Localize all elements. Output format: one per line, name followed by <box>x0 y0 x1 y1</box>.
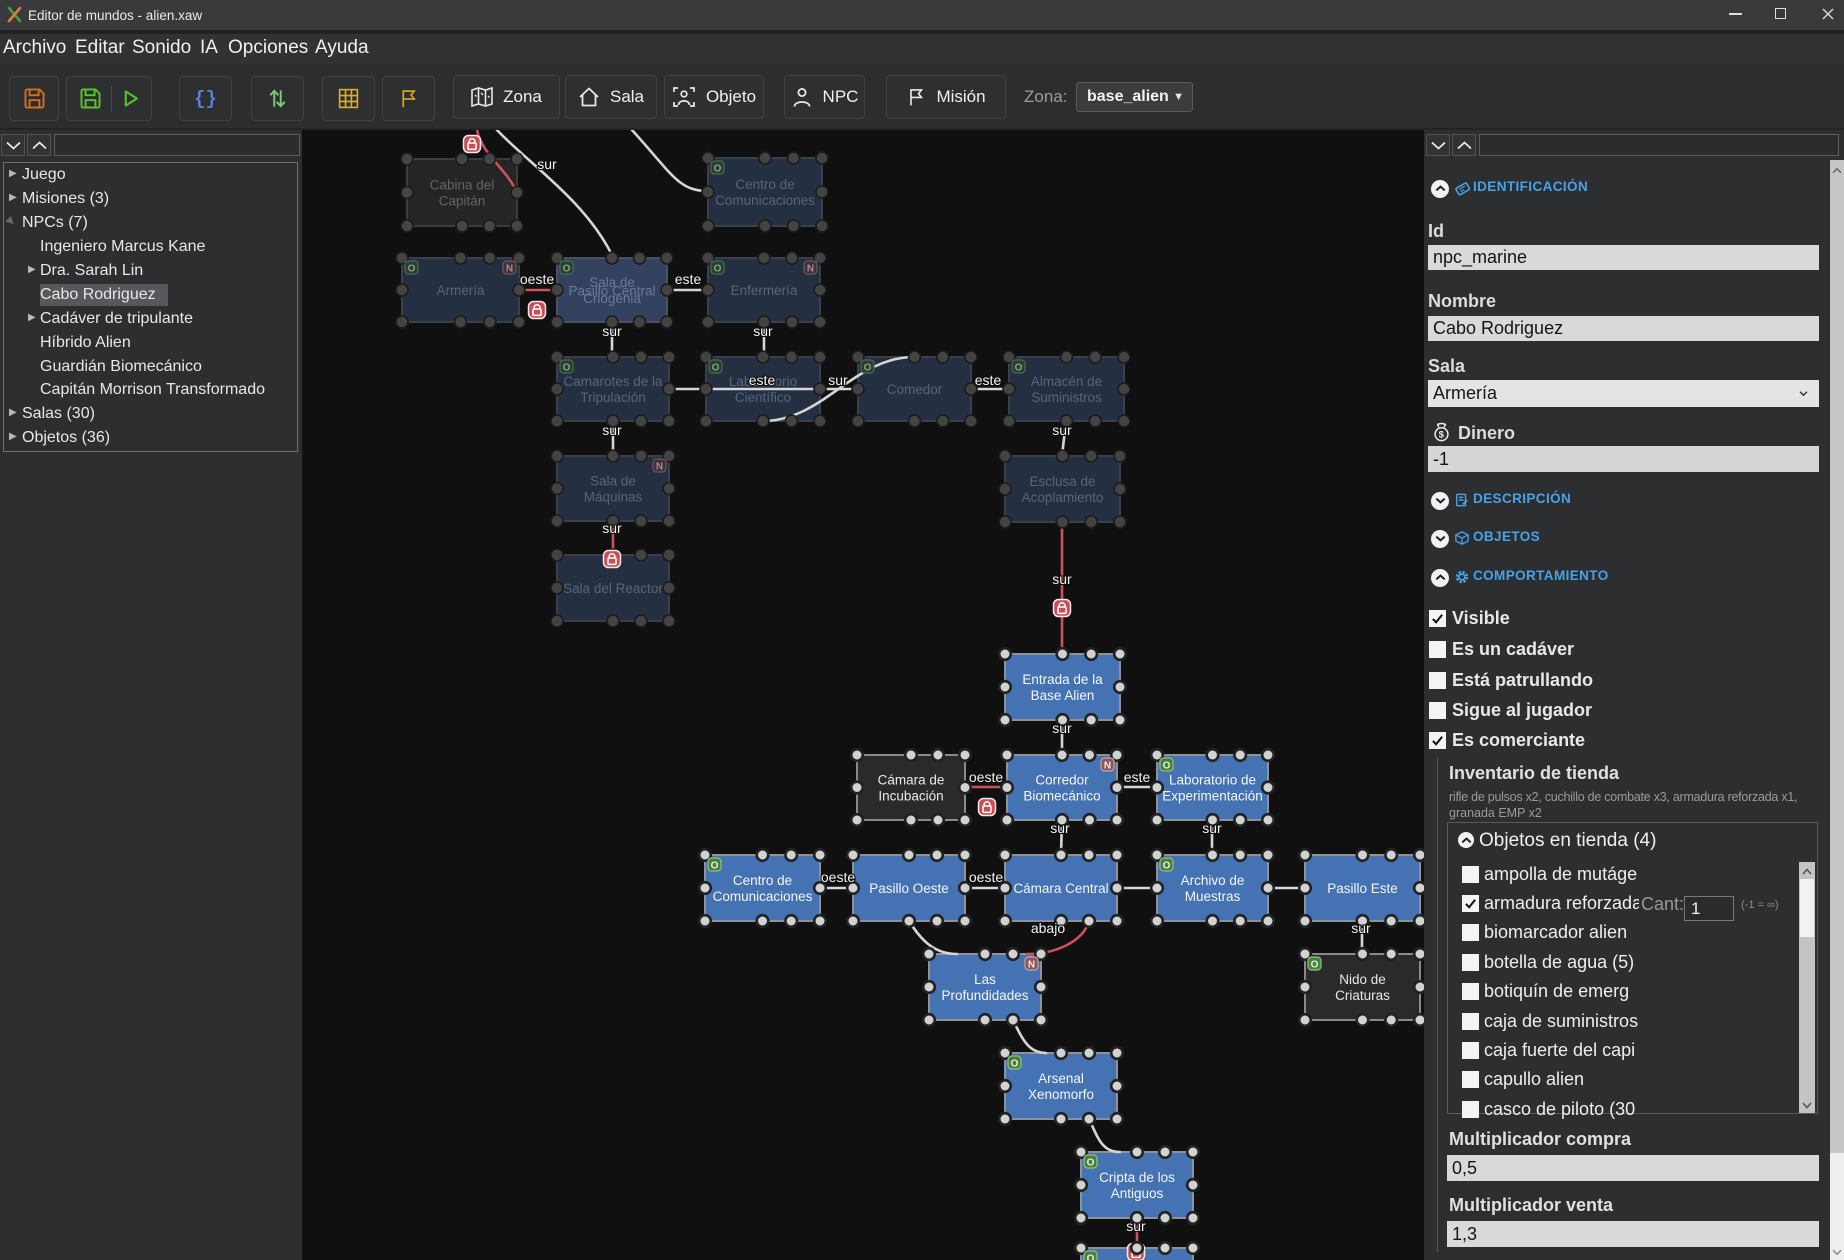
svg-text:sur: sur <box>602 323 622 339</box>
svg-text:Antiguos: Antiguos <box>1111 1186 1164 1201</box>
svg-text:Biomecánico: Biomecánico <box>1023 789 1100 804</box>
svg-text:este: este <box>1124 769 1151 785</box>
svg-text:Esclusa de: Esclusa de <box>1029 474 1095 489</box>
svg-text:O: O <box>1087 1254 1095 1260</box>
svg-text:Base Alien: Base Alien <box>1031 688 1095 703</box>
svg-text:N: N <box>1104 761 1111 772</box>
svg-text:sur: sur <box>1202 820 1222 836</box>
svg-text:N: N <box>506 264 513 275</box>
svg-text:O: O <box>1163 861 1171 872</box>
svg-text:N: N <box>656 462 663 473</box>
svg-text:Comunicaciones: Comunicaciones <box>715 193 815 208</box>
svg-text:Criaturas: Criaturas <box>1335 988 1390 1003</box>
svg-text:sur: sur <box>1126 1218 1146 1234</box>
svg-text:O: O <box>864 363 872 374</box>
svg-text:Pasillo Central: Pasillo Central <box>568 284 655 299</box>
svg-text:O: O <box>408 264 416 275</box>
svg-text:N: N <box>1028 960 1035 971</box>
svg-text:Corredor: Corredor <box>1035 773 1089 788</box>
svg-text:Suministros: Suministros <box>1031 390 1102 405</box>
svg-text:oeste: oeste <box>520 271 554 287</box>
svg-text:Experimentación: Experimentación <box>1162 789 1263 804</box>
svg-text:Arsenal: Arsenal <box>1038 1071 1084 1086</box>
svg-text:Centro de: Centro de <box>735 177 794 192</box>
svg-text:oeste: oeste <box>969 769 1003 785</box>
svg-text:Cabina del: Cabina del <box>430 178 495 193</box>
svg-text:oeste: oeste <box>969 869 1003 885</box>
svg-text:sur: sur <box>1052 720 1072 736</box>
svg-text:Centro de: Centro de <box>733 873 792 888</box>
svg-text:O: O <box>563 264 571 275</box>
svg-text:sur: sur <box>602 520 622 536</box>
svg-text:Pasillo Este: Pasillo Este <box>1327 881 1398 896</box>
svg-text:Xenomorfo: Xenomorfo <box>1028 1087 1094 1102</box>
svg-text:sur: sur <box>828 372 848 388</box>
svg-text:O: O <box>1087 1158 1095 1169</box>
svg-text:O: O <box>712 363 720 374</box>
svg-text:Cripta de los: Cripta de los <box>1099 1170 1175 1185</box>
svg-text:Almacén de: Almacén de <box>1031 374 1102 389</box>
svg-text:O: O <box>1015 363 1023 374</box>
svg-text:Incubación: Incubación <box>878 789 943 804</box>
svg-text:Armería: Armería <box>436 283 485 298</box>
svg-text:sur: sur <box>602 422 622 438</box>
svg-text:O: O <box>1311 960 1319 971</box>
svg-text:Máquinas: Máquinas <box>584 490 643 505</box>
svg-text:Muestras: Muestras <box>1185 889 1241 904</box>
svg-text:sur: sur <box>1052 422 1072 438</box>
svg-text:Camarotes de la: Camarotes de la <box>563 374 663 389</box>
svg-text:sur: sur <box>1050 820 1070 836</box>
svg-text:Comunicaciones: Comunicaciones <box>713 889 813 904</box>
svg-text:sur: sur <box>1351 920 1371 936</box>
svg-text:$: $ <box>1439 430 1445 441</box>
svg-text:abajo: abajo <box>1031 920 1065 936</box>
svg-text:Cámara Central: Cámara Central <box>1013 881 1108 896</box>
svg-text:O: O <box>714 164 722 175</box>
svg-text:este: este <box>749 372 776 388</box>
svg-text:O: O <box>1163 761 1171 772</box>
svg-text:este: este <box>675 271 702 287</box>
svg-text:Pasillo Oeste: Pasillo Oeste <box>869 881 949 896</box>
svg-text:N: N <box>807 264 814 275</box>
svg-text:Sala de: Sala de <box>590 474 636 489</box>
svg-text:Cámara de: Cámara de <box>878 773 945 788</box>
svg-text:Las: Las <box>974 972 996 987</box>
svg-text:Profundidades: Profundidades <box>941 988 1028 1003</box>
svg-text:sur: sur <box>537 156 557 172</box>
svg-text:este: este <box>975 372 1002 388</box>
svg-text:Enfermería: Enfermería <box>731 283 798 298</box>
svg-text:sur: sur <box>753 323 773 339</box>
svg-text:Sala del Reactor: Sala del Reactor <box>563 581 663 596</box>
svg-text:O: O <box>714 264 722 275</box>
svg-text:Científico: Científico <box>735 390 791 405</box>
svg-text:sur: sur <box>1052 571 1072 587</box>
svg-text:Comedor: Comedor <box>887 382 943 397</box>
svg-text:Acoplamiento: Acoplamiento <box>1022 490 1104 505</box>
svg-text:Entrada de la: Entrada de la <box>1022 672 1103 687</box>
svg-text:Laboratorio de: Laboratorio de <box>1169 773 1256 788</box>
svg-text:Capitán: Capitán <box>439 194 486 209</box>
svg-text:O: O <box>563 363 571 374</box>
svg-text:Nido de: Nido de <box>1339 972 1386 987</box>
svg-text:oeste: oeste <box>821 869 855 885</box>
svg-text:O: O <box>711 861 719 872</box>
svg-text:Tripulación: Tripulación <box>580 390 646 405</box>
svg-text:O: O <box>1011 1059 1019 1070</box>
svg-text:Archivo de: Archivo de <box>1181 873 1245 888</box>
